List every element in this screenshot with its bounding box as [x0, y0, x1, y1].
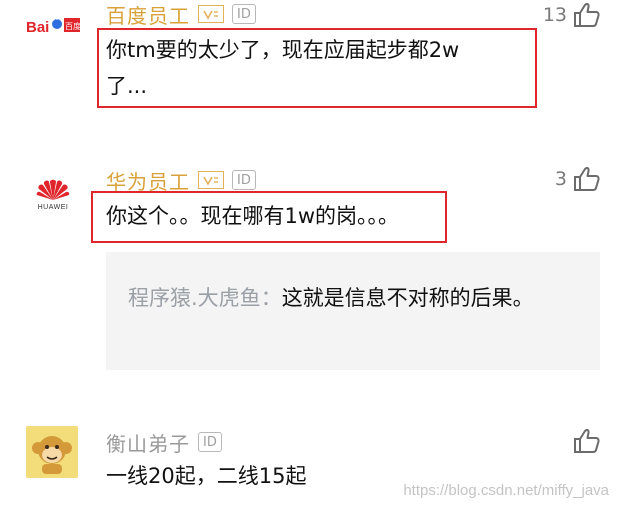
like-count: 3 — [554, 168, 567, 190]
comment-3: 衡山弟子 ID 一线20起，二线15起 — [0, 420, 619, 513]
author-name[interactable]: 衡山弟子 — [106, 428, 190, 457]
verified-badge-icon — [198, 5, 224, 23]
watermark: https://blog.csdn.net/miffy_java — [403, 482, 609, 499]
quoted-reply-body: 这就是信息不对称的后果。 — [281, 286, 534, 310]
huawei-logo-avatar[interactable]: HUAWEI — [30, 172, 76, 216]
author-name[interactable]: 百度员工 — [106, 0, 190, 29]
monkey-avatar[interactable] — [26, 426, 78, 478]
like-button[interactable]: 13 — [543, 2, 601, 28]
svg-text:Bai: Bai — [26, 19, 49, 36]
comment-1: Bai 百度 百度员工 ID 13 你tm要的太少了，现在应届起步都2w 了..… — [0, 0, 619, 130]
comment-text: 你tm要的太少了，现在应届起步都2w 了... — [106, 32, 459, 104]
quoted-reply-separator: ： — [260, 286, 282, 310]
id-badge: ID — [232, 170, 256, 190]
comment-2: HUAWEI 华为员工 ID 3 你这个。。现在哪有1w的岗。。。 程序猿.大虎… — [0, 160, 619, 380]
like-button[interactable] — [567, 428, 601, 454]
svg-text:百度: 百度 — [65, 21, 81, 31]
thumbs-up-icon — [574, 428, 600, 453]
comment-text: 一线20起，二线15起 — [106, 464, 307, 488]
quoted-reply-text: 程序猿.大虎鱼：这就是信息不对称的后果。 — [128, 280, 588, 316]
id-badge: ID — [198, 432, 222, 452]
comment-1-header: 百度员工 ID — [106, 0, 256, 28]
id-badge: ID — [232, 4, 256, 24]
comment-text: 你这个。。现在哪有1w的岗。。。 — [106, 204, 400, 228]
quoted-reply[interactable]: 程序猿.大虎鱼：这就是信息不对称的后果。 — [106, 252, 600, 370]
comment-3-header: 衡山弟子 ID — [106, 428, 222, 456]
huawei-label: HUAWEI — [37, 203, 69, 211]
like-count: 13 — [542, 4, 567, 26]
verified-badge-icon — [198, 171, 224, 189]
comment-text-line-1: 你tm要的太少了，现在应届起步都2w — [106, 38, 460, 62]
quoted-reply-author[interactable]: 程序猿.大虎鱼 — [128, 286, 261, 310]
comment-text-line-2: 了... — [106, 74, 148, 98]
thumbs-up-icon — [574, 166, 600, 191]
thumbs-up-icon — [574, 2, 600, 27]
baidu-logo-avatar[interactable]: Bai 百度 — [22, 10, 82, 44]
comment-2-header: 华为员工 ID — [106, 166, 256, 194]
like-button[interactable]: 3 — [555, 166, 601, 192]
